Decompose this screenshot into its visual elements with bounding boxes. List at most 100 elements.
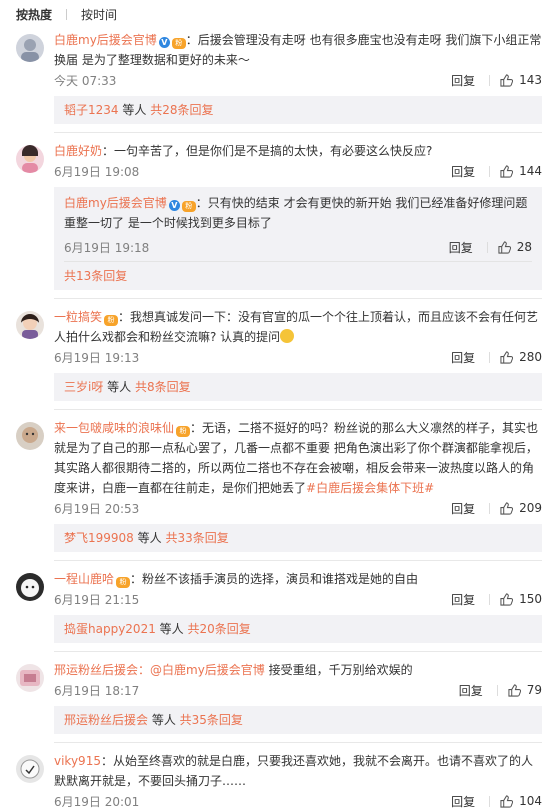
comment-text: ：从始至终喜欢的就是白鹿，只要我还喜欢她，我就不会离开。也请不喜欢了的人默默离开… <box>54 754 533 788</box>
like-button[interactable]: 209 <box>500 501 542 515</box>
more-replies-user: 梦飞199908 <box>64 531 134 545</box>
sub-comment-username[interactable]: 白鹿my后援会官博 <box>64 196 167 210</box>
hashtag-link[interactable]: #白鹿后援会集体下班# <box>306 481 434 495</box>
more-replies-count: 共33条回复 <box>165 531 229 545</box>
more-replies-link[interactable]: 韬子1234 等人 共28条回复 <box>64 100 532 120</box>
sub-comment: 白鹿my后援会官博 V 粉：只有快的结束 才会有更快的新开始 我们已经准备好修理问题… <box>64 191 532 262</box>
reply-button[interactable]: 回复 <box>451 591 475 608</box>
more-replies-count: 共8条回复 <box>134 380 191 394</box>
more-replies-box[interactable]: 捣蛋happy2021 等人 共20条回复 <box>54 615 542 643</box>
avatar[interactable] <box>16 145 44 173</box>
reply-button[interactable]: 回复 <box>451 500 475 517</box>
comment-username[interactable]: 邢运粉丝后援会 <box>54 663 138 677</box>
more-replies-link[interactable]: 捣蛋happy2021 等人 共20条回复 <box>64 619 532 639</box>
avatar[interactable] <box>16 422 44 450</box>
comment-username[interactable]: 白鹿好奶 <box>54 144 102 158</box>
like-button[interactable]: 143 <box>500 73 542 87</box>
avatar[interactable] <box>16 573 44 601</box>
comment-divider <box>54 298 542 299</box>
more-replies-count: 共20条回复 <box>187 622 251 636</box>
reply-button[interactable]: 回复 <box>449 239 473 256</box>
comment-divider <box>54 409 542 410</box>
like-button[interactable]: 144 <box>500 164 542 178</box>
reply-button[interactable]: 回复 <box>451 72 475 89</box>
verified-icon: V <box>158 37 170 48</box>
action-divider <box>489 351 491 363</box>
comment-time: 6月19日 18:17 <box>54 683 140 698</box>
like-count: 143 <box>519 73 542 87</box>
thumbs-up-icon <box>500 794 514 808</box>
thumbs-up-icon <box>508 683 521 697</box>
comment-item: 白鹿好奶：一句辛苦了，但是你们是不是搞的太快，有必要这么快反应? 6月19日 1… <box>0 141 556 299</box>
more-replies-mid: 等人 <box>148 713 180 727</box>
like-button[interactable]: 104 <box>500 794 542 808</box>
more-replies-count: 共35条回复 <box>179 713 243 727</box>
more-replies-mid: 等人 <box>118 103 151 117</box>
avatar[interactable] <box>16 311 44 339</box>
like-count: 150 <box>519 592 542 606</box>
thumbs-up-icon <box>500 350 514 364</box>
like-button[interactable]: 150 <box>500 592 542 606</box>
comment-username[interactable]: viky915 <box>54 754 101 768</box>
comment-username[interactable]: 白鹿my后援会官博 <box>54 33 157 47</box>
comment-username[interactable]: 一粒搞笑 <box>54 310 102 324</box>
comment-time: 6月19日 21:15 <box>54 592 140 607</box>
comment-divider <box>54 651 542 652</box>
reply-button[interactable]: 回复 <box>451 349 475 366</box>
reply-button[interactable]: 回复 <box>451 793 475 810</box>
more-replies-box[interactable]: 梦飞199908 等人 共33条回复 <box>54 524 542 552</box>
verified-icon: V <box>168 200 180 211</box>
sort-by-time-tab[interactable]: 按时间 <box>81 6 117 23</box>
like-count: 79 <box>526 683 542 697</box>
comment-divider <box>54 132 542 133</box>
like-count: 104 <box>519 794 542 808</box>
sub-replies-box: 白鹿my后援会官博 V 粉：只有快的结束 才会有更快的新开始 我们已经准备好修理问题… <box>54 187 542 290</box>
like-button[interactable]: 79 <box>508 683 542 697</box>
action-divider <box>489 165 491 177</box>
more-replies-user: 韬子1234 <box>64 103 119 117</box>
more-replies-box[interactable]: 三岁i呀 等人 共8条回复 <box>54 373 542 401</box>
sub-comment-time: 6月19日 19:18 <box>64 240 150 255</box>
action-divider <box>496 684 498 696</box>
mention-link[interactable]: ：@白鹿my后援会官博 <box>138 663 265 677</box>
comment-item: 邢运粉丝后援会：@白鹿my后援会官博 接受重组，千万别给欢娱的 6月19日 18… <box>0 660 556 743</box>
comment-item: 一粒搞笑粉：我想真诚发问一下：没有官宣的瓜一个个往上顶着认，而且应该不会有任何艺… <box>0 307 556 410</box>
more-replies-box[interactable]: 邢运粉丝后援会 等人 共35条回复 <box>54 706 542 734</box>
action-divider <box>486 241 488 253</box>
sort-divider <box>66 8 68 20</box>
thumbs-up-icon <box>500 164 514 178</box>
sort-by-hot-tab[interactable]: 按热度 <box>16 6 52 23</box>
reply-button[interactable]: 回复 <box>459 682 483 699</box>
more-replies-link[interactable]: 邢运粉丝后援会 等人 共35条回复 <box>64 710 532 730</box>
comment-text: 接受重组，千万别给欢娱的 <box>264 663 413 677</box>
avatar[interactable] <box>16 755 44 783</box>
more-replies-link[interactable]: 梦飞199908 等人 共33条回复 <box>64 528 532 548</box>
comment-text: ：粉丝不该插手演员的选择，演员和谁搭戏是她的自由 <box>130 572 419 586</box>
like-count: 144 <box>519 164 542 178</box>
action-divider <box>489 74 491 86</box>
comment-divider <box>54 560 542 561</box>
comment-time: 6月19日 20:53 <box>54 501 140 516</box>
comment-time: 6月19日 20:01 <box>54 794 140 809</box>
action-divider <box>489 502 491 514</box>
comment-divider <box>54 742 542 743</box>
fan-level-icon: 粉 <box>171 38 186 49</box>
like-count: 280 <box>519 350 542 364</box>
like-button[interactable]: 280 <box>500 350 542 364</box>
fan-level-icon: 粉 <box>181 201 196 212</box>
comment-username[interactable]: 来一包啵咸味的浪味仙 <box>54 421 174 435</box>
thumbs-up-icon <box>500 73 514 87</box>
fan-level-icon: 粉 <box>104 315 119 326</box>
more-replies-user: 捣蛋happy2021 <box>64 622 156 636</box>
more-replies-link[interactable]: 共13条回复 <box>64 266 532 286</box>
avatar[interactable] <box>16 664 44 692</box>
thumbs-up-icon <box>500 501 514 515</box>
avatar[interactable] <box>16 34 44 62</box>
reply-button[interactable]: 回复 <box>451 163 475 180</box>
action-divider <box>489 795 491 807</box>
comment-item: 来一包啵咸味的浪味仙粉：无语，二搭不挺好的吗？粉丝说的那么大义凛然的样子，其实也… <box>0 418 556 561</box>
more-replies-box[interactable]: 韬子1234 等人 共28条回复 <box>54 96 542 124</box>
like-button[interactable]: 28 <box>498 240 532 254</box>
comment-username[interactable]: 一程山鹿哈 <box>54 572 114 586</box>
more-replies-link[interactable]: 三岁i呀 等人 共8条回复 <box>64 377 532 397</box>
